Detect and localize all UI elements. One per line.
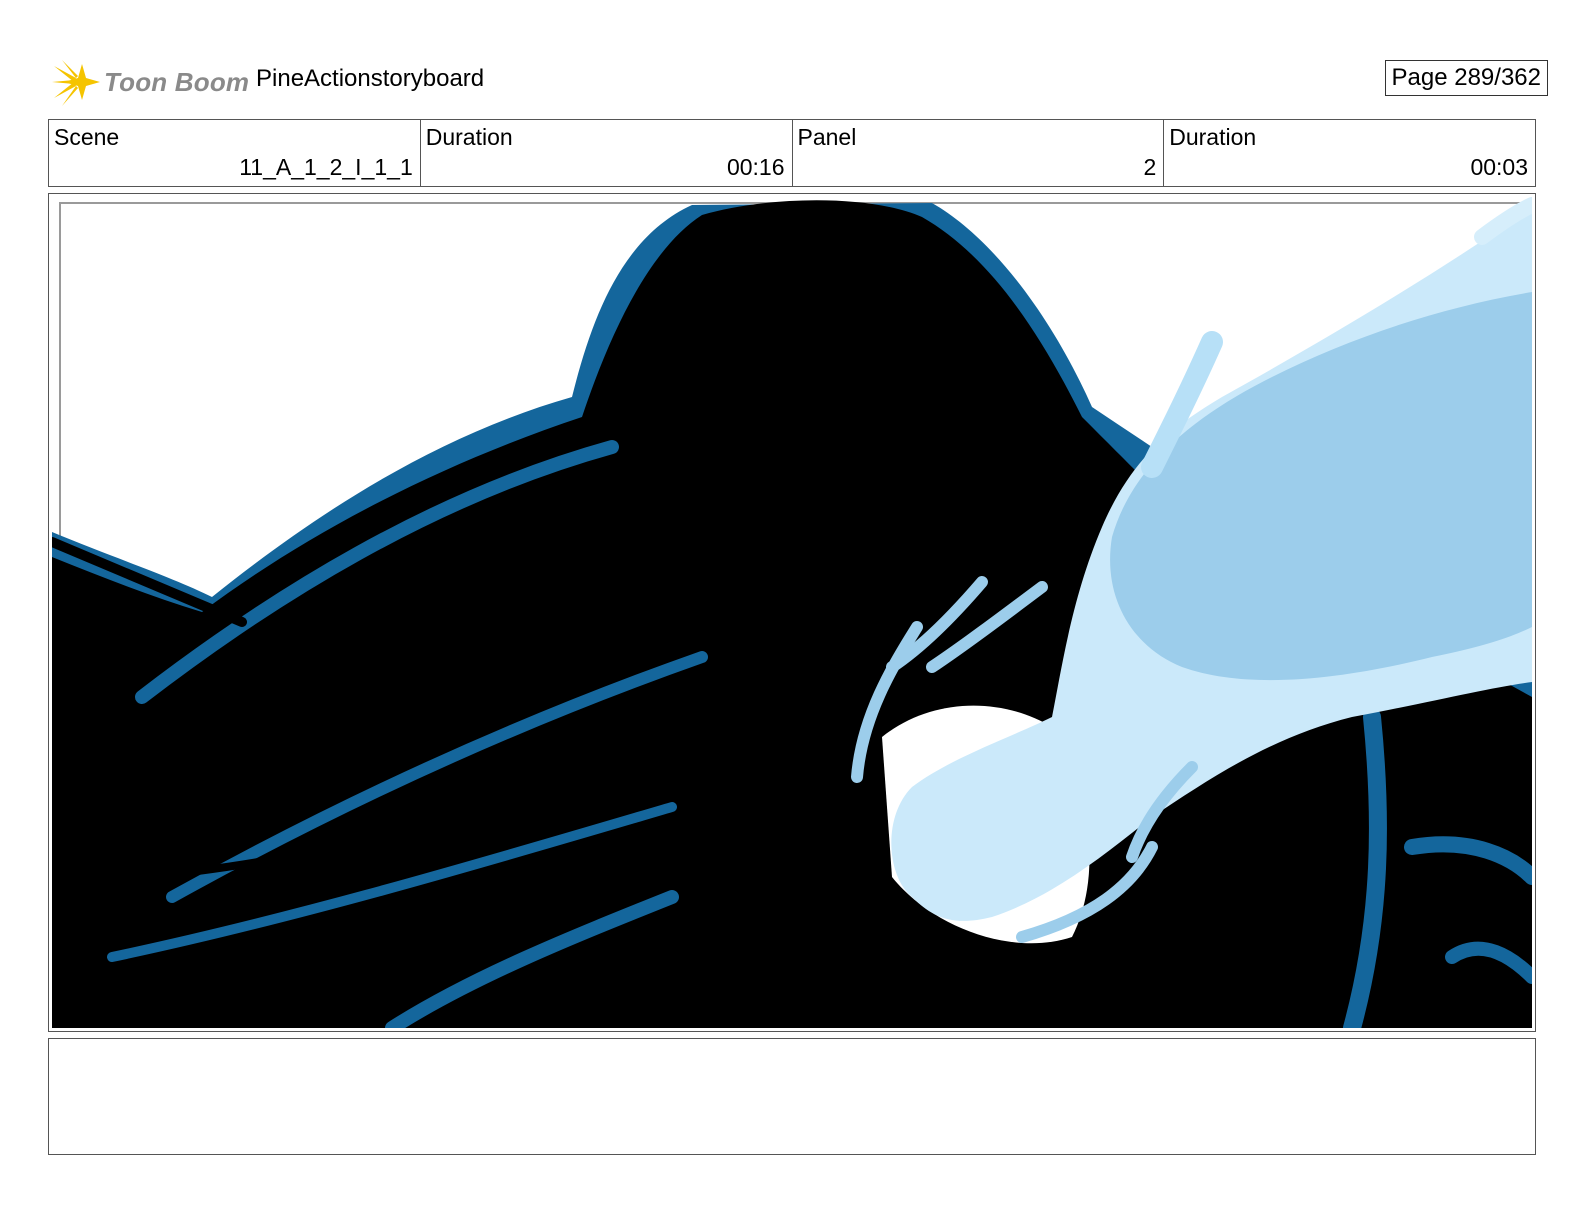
panel-info-table: Scene 11_A_1_2_I_1_1 Duration 00:16 Pane… [48,119,1536,187]
toon-boom-logo: Toon Boom [52,56,249,108]
scene-duration-cell: Duration 00:16 [421,120,793,186]
scene-cell: Scene 11_A_1_2_I_1_1 [49,120,421,186]
panel-drawing [52,197,1532,1028]
storyboard-panel-image [52,197,1532,1028]
panel-duration-value: 00:03 [1470,154,1528,180]
project-title: PineActionstoryboard [256,65,485,92]
panel-duration-cell: Duration 00:03 [1164,120,1535,186]
scene-duration-value: 00:16 [726,154,785,180]
logo-text: Toon Boom [104,66,250,97]
scene-label: Scene [54,124,120,150]
scene-duration-label: Duration [425,124,513,150]
page-number: Page 289/362 [1384,60,1548,96]
panel-duration-label: Duration [1169,124,1257,150]
panel-value: 2 [1143,154,1157,180]
panel-label: Panel [797,124,857,150]
page-header: Toon Boom PineActionstoryboard Page 289/… [52,52,1548,108]
scene-value: 11_A_1_2_I_1_1 [239,154,413,180]
panel-notes-box [48,1038,1536,1155]
storyboard-panel-frame [48,193,1536,1032]
starburst-icon [52,60,100,106]
panel-cell: Panel 2 [793,120,1165,186]
